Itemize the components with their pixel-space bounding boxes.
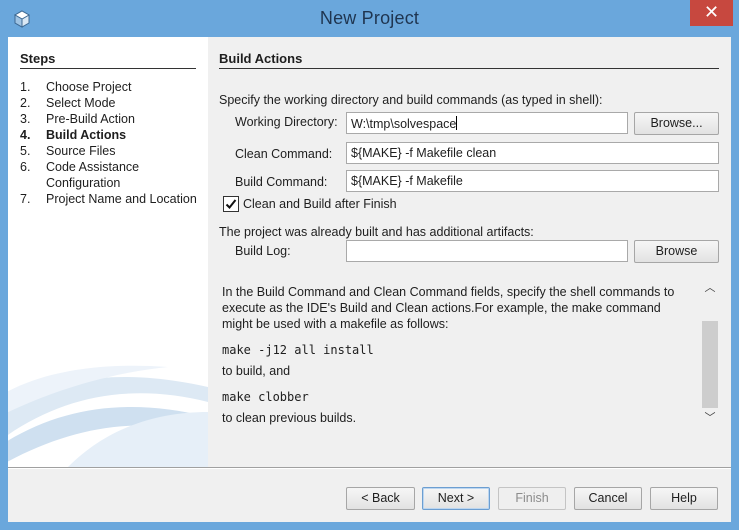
help-text-clean: to clean previous builds. <box>222 411 357 425</box>
vertical-scrollbar[interactable]: ︿ ﹀ <box>702 277 718 429</box>
dialog-window: New Project ✕ Steps 1. Choose Project 2.… <box>0 0 739 530</box>
step-item-pre-build-action[interactable]: 3. Pre-Build Action <box>20 111 206 127</box>
working-directory-label: Working Directory: <box>235 115 338 129</box>
step-item-choose-project[interactable]: 1. Choose Project <box>20 79 206 95</box>
help-paragraph: In the Build Command and Clean Command f… <box>222 285 675 331</box>
scroll-down-arrow-icon[interactable]: ﹀ <box>702 409 718 427</box>
check-icon <box>225 199 237 209</box>
clean-command-label: Clean Command: <box>235 147 333 161</box>
working-directory-field[interactable]: W:\tmp\solvespace <box>346 112 628 134</box>
next-button[interactable]: Next > <box>422 487 490 510</box>
browse-build-log-button[interactable]: Browse <box>634 240 719 263</box>
build-command-label: Build Command: <box>235 175 328 189</box>
step-number: 5. <box>20 144 31 158</box>
steps-heading: Steps <box>20 51 196 69</box>
dialog-content: Steps 1. Choose Project 2. Select Mode 3… <box>8 37 731 522</box>
step-label: Select Mode <box>46 96 116 110</box>
clean-build-checkbox-label[interactable]: Clean and Build after Finish <box>243 197 397 211</box>
build-command-field[interactable]: ${MAKE} -f Makefile <box>346 170 719 192</box>
step-label: Code Assistance Configuration <box>46 160 140 190</box>
build-log-label: Build Log: <box>235 244 291 258</box>
help-text-area[interactable]: In the Build Command and Clean Command f… <box>219 277 718 429</box>
step-label: Build Actions <box>46 128 127 142</box>
step-item-code-assistance[interactable]: 6. Code Assistance Configuration <box>20 159 206 191</box>
section-title: Build Actions <box>219 51 719 69</box>
decorative-swoosh <box>8 365 208 467</box>
build-log-field[interactable] <box>346 240 628 262</box>
step-item-build-actions: 4. Build Actions <box>20 127 206 143</box>
steps-list: 1. Choose Project 2. Select Mode 3. Pre-… <box>20 79 206 207</box>
back-button[interactable]: < Back <box>346 487 415 510</box>
scroll-up-arrow-icon[interactable]: ︿ <box>702 279 718 297</box>
step-number: 7. <box>20 192 31 206</box>
artifacts-text: The project was already built and has ad… <box>219 225 534 239</box>
intro-text: Specify the working directory and build … <box>219 93 603 107</box>
text-caret <box>456 116 458 130</box>
step-number: 2. <box>20 96 31 110</box>
title-bar[interactable]: New Project ✕ <box>0 0 739 36</box>
clean-build-checkbox[interactable] <box>223 196 239 212</box>
step-number: 1. <box>20 80 31 94</box>
step-label: Source Files <box>46 144 116 158</box>
help-command-build: make -j12 all install <box>222 343 374 357</box>
finish-button: Finish <box>498 487 566 510</box>
step-number: 4. <box>20 128 31 142</box>
step-number: 6. <box>20 160 31 174</box>
step-label: Pre-Build Action <box>46 112 135 126</box>
clean-command-field[interactable]: ${MAKE} -f Makefile clean <box>346 142 719 164</box>
scrollbar-thumb[interactable] <box>702 321 718 408</box>
close-button[interactable]: ✕ <box>690 0 733 26</box>
close-icon: ✕ <box>703 2 720 22</box>
footer-divider-highlight <box>8 468 731 469</box>
browse-working-directory-button[interactable]: Browse... <box>634 112 719 135</box>
step-label: Project Name and Location <box>46 192 197 206</box>
steps-panel: Steps 1. Choose Project 2. Select Mode 3… <box>8 37 208 467</box>
help-command-clean: make clobber <box>222 390 309 404</box>
step-item-project-name[interactable]: 7. Project Name and Location <box>20 191 206 207</box>
help-text-build: to build, and <box>222 364 291 378</box>
build-actions-panel: Build Actions Specify the working direct… <box>208 37 731 467</box>
step-number: 3. <box>20 112 31 126</box>
step-item-select-mode[interactable]: 2. Select Mode <box>20 95 206 111</box>
help-button[interactable]: Help <box>650 487 718 510</box>
window-title: New Project <box>319 8 420 28</box>
help-text: In the Build Command and Clean Command f… <box>222 284 692 426</box>
step-item-source-files[interactable]: 5. Source Files <box>20 143 206 159</box>
step-label: Choose Project <box>46 80 132 94</box>
cancel-button[interactable]: Cancel <box>574 487 642 510</box>
